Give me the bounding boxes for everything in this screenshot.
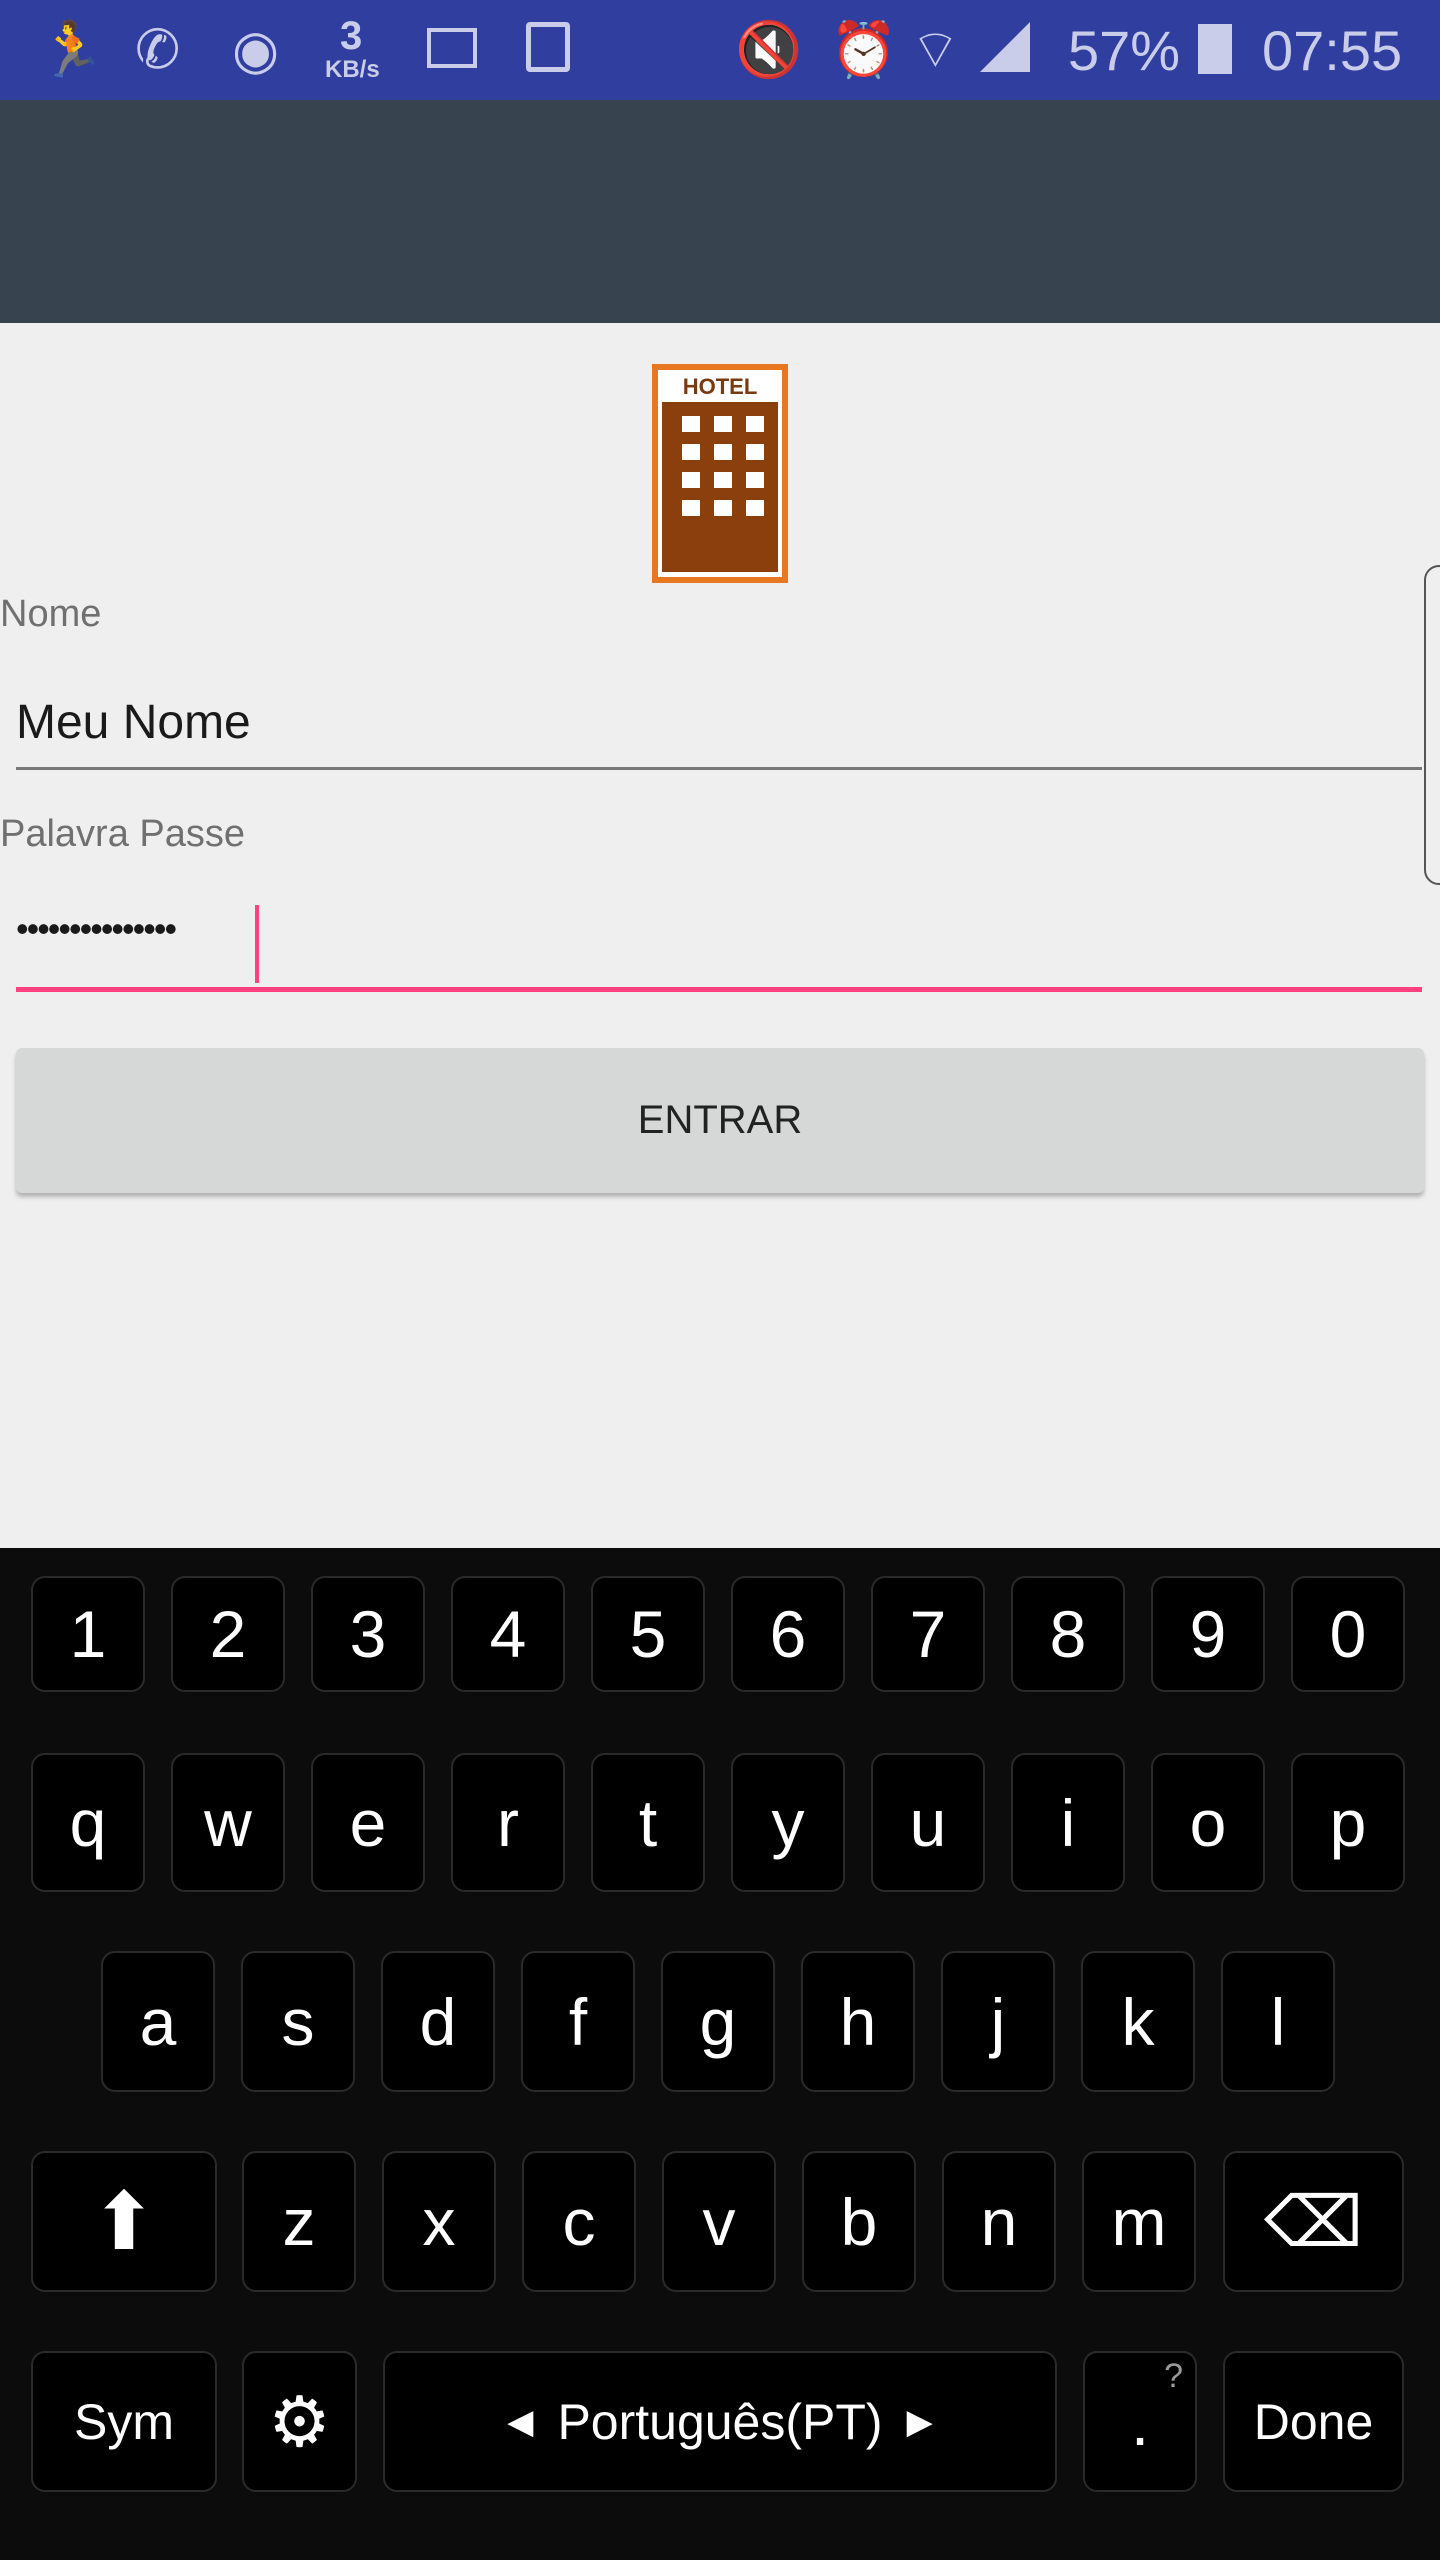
key-y[interactable]: y (731, 1753, 845, 1892)
login-form: HOTEL Nome Meu Nome Palavra Passe ••••••… (0, 323, 1440, 1548)
keyboard-icon (427, 28, 477, 68)
period-key[interactable]: .? (1083, 2351, 1197, 2492)
wifi-icon: ⌔ (910, 20, 961, 80)
edge-panel-handle[interactable] (1424, 565, 1440, 885)
login-button[interactable]: ENTRAR (16, 1048, 1424, 1193)
password-label: Palavra Passe (0, 813, 246, 855)
done-key[interactable]: Done (1223, 2351, 1404, 2492)
key-j[interactable]: j (941, 1951, 1055, 2092)
key-b[interactable]: b (802, 2151, 916, 2292)
key-i[interactable]: i (1011, 1753, 1125, 1892)
key-a[interactable]: a (101, 1951, 215, 2092)
key-k[interactable]: k (1081, 1951, 1195, 2092)
key-s[interactable]: s (241, 1951, 355, 2092)
key-5[interactable]: 5 (591, 1576, 705, 1692)
key-4[interactable]: 4 (451, 1576, 565, 1692)
logo-text: HOTEL (682, 374, 758, 399)
signal-icon (980, 22, 1030, 72)
key-q[interactable]: q (31, 1753, 145, 1892)
password-input[interactable]: ••••••••••••••• (16, 908, 177, 950)
key-z[interactable]: z (242, 2151, 356, 2292)
space-language-label: Português(PT) (557, 2393, 883, 2450)
network-speed-value: 3 (340, 14, 363, 58)
period-hint: ? (1164, 2357, 1183, 2395)
name-underline (16, 767, 1422, 770)
language-left-icon: ◀ (507, 2402, 534, 2441)
key-h[interactable]: h (801, 1951, 915, 2092)
key-1[interactable]: 1 (31, 1576, 145, 1692)
whatsapp-icon: ✆ (135, 20, 181, 80)
space-key[interactable]: ◀ Português(PT) ▶ (383, 2351, 1057, 2492)
name-input[interactable]: Meu Nome (16, 695, 251, 750)
shift-arrow-icon: ⬆ (90, 2177, 158, 2266)
key-7[interactable]: 7 (871, 1576, 985, 1692)
running-app-icon: 🏃 (38, 20, 106, 80)
key-t[interactable]: t (591, 1753, 705, 1892)
backspace-icon: ⌫ (1264, 2182, 1363, 2261)
language-right-icon: ▶ (906, 2402, 933, 2441)
key-8[interactable]: 8 (1011, 1576, 1125, 1692)
key-2[interactable]: 2 (171, 1576, 285, 1692)
key-m[interactable]: m (1082, 2151, 1196, 2292)
alarm-icon: ⏰ (830, 20, 898, 80)
app-icon: ◉ (232, 20, 280, 80)
settings-key[interactable]: ⚙ (242, 2351, 357, 2492)
shift-key[interactable]: ⬆ (31, 2151, 217, 2292)
text-cursor (255, 905, 259, 983)
key-u[interactable]: u (871, 1753, 985, 1892)
key-v[interactable]: v (662, 2151, 776, 2292)
backspace-key[interactable]: ⌫ (1223, 2151, 1404, 2292)
toolbar (0, 100, 1440, 323)
key-e[interactable]: e (311, 1753, 425, 1892)
key-x[interactable]: x (382, 2151, 496, 2292)
key-g[interactable]: g (661, 1951, 775, 2092)
key-3[interactable]: 3 (311, 1576, 425, 1692)
network-speed-unit: KB/s (325, 56, 380, 83)
key-w[interactable]: w (171, 1753, 285, 1892)
key-n[interactable]: n (942, 2151, 1056, 2292)
keyboard: 1 2 3 4 5 6 7 8 9 0 q w e r t y u i o p a s d f g h j k l ⬆ z x c v b n m ⌫ Sy… (0, 1548, 1440, 2560)
name-label: Nome (0, 593, 102, 635)
key-r[interactable]: r (451, 1753, 565, 1892)
battery-percent: 57% (1068, 19, 1181, 82)
key-d[interactable]: d (381, 1951, 495, 2092)
password-underline (16, 987, 1422, 992)
key-f[interactable]: f (521, 1951, 635, 2092)
status-bar: 🏃 ✆ ◉ 3 KB/s 🔇 ⏰ ⌔ 57% 07:55 (0, 0, 1440, 100)
clock: 07:55 (1262, 19, 1403, 82)
key-9[interactable]: 9 (1151, 1576, 1265, 1692)
gear-icon: ⚙ (268, 2382, 331, 2461)
key-o[interactable]: o (1151, 1753, 1265, 1892)
key-0[interactable]: 0 (1291, 1576, 1405, 1692)
key-6[interactable]: 6 (731, 1576, 845, 1692)
mute-icon: 🔇 (735, 20, 803, 80)
battery-icon (1198, 24, 1232, 74)
key-c[interactable]: c (522, 2151, 636, 2292)
key-p[interactable]: p (1291, 1753, 1405, 1892)
hotel-logo: HOTEL (652, 364, 788, 583)
period-label: . (1130, 2384, 1150, 2459)
image-icon (526, 22, 570, 72)
sym-key[interactable]: Sym (31, 2351, 217, 2492)
key-l[interactable]: l (1221, 1951, 1335, 2092)
